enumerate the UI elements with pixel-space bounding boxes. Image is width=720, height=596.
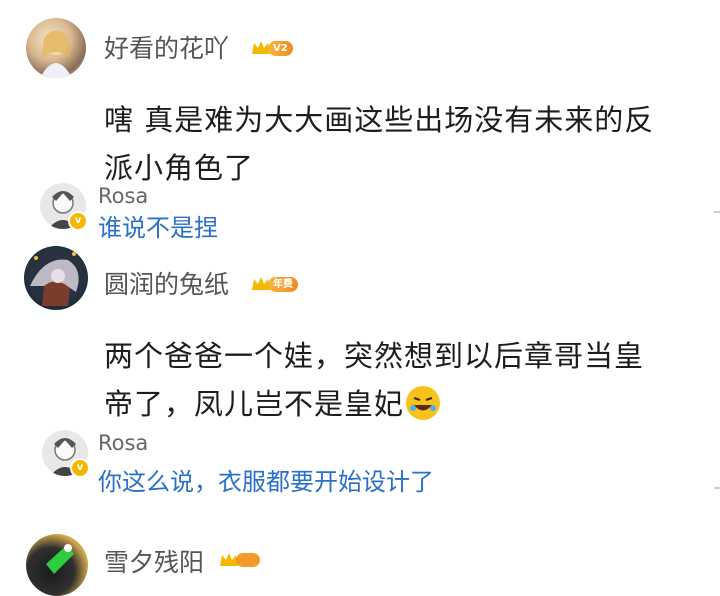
annual-badge-label: 年费 bbox=[268, 276, 298, 292]
scrollbar-mark bbox=[714, 211, 720, 213]
comment-username[interactable]: 圆润的兔纸 bbox=[104, 272, 229, 297]
reply-text[interactable]: 你这么说，衣服都要开始设计了 bbox=[98, 470, 434, 494]
comment-text-line: 派小角色了 bbox=[104, 151, 255, 185]
verified-icon: v bbox=[70, 458, 90, 478]
avatar[interactable] bbox=[24, 246, 88, 310]
verified-icon: v bbox=[68, 211, 88, 231]
avatar[interactable] bbox=[26, 18, 86, 78]
level-badge-icon bbox=[236, 553, 260, 567]
comment-text-line: 嗐 真是难为大大画这些出场没有未来的反 bbox=[104, 103, 655, 137]
reply-username[interactable]: Rosa bbox=[98, 433, 148, 454]
laughing-emoji-icon bbox=[406, 386, 441, 420]
level-badge bbox=[218, 548, 260, 572]
reply-username[interactable]: Rosa bbox=[98, 186, 148, 207]
comment-username[interactable]: 好看的花吖 bbox=[104, 36, 229, 61]
comment-text: 嗐 真是难为大大画这些出场没有未来的反 派小角色了 bbox=[104, 96, 714, 192]
annual-badge: 年费 bbox=[250, 272, 298, 296]
level-badge-label: V2 bbox=[268, 40, 293, 56]
reply-text[interactable]: 谁说不是捏 bbox=[98, 216, 218, 240]
comment-text-line-with-emoji: 帝了，凤儿岂不是皇妃 bbox=[104, 380, 714, 428]
comment-text-line: 帝了，凤儿岂不是皇妃 bbox=[104, 387, 405, 421]
level-badge: V2 bbox=[250, 36, 293, 60]
avatar[interactable] bbox=[26, 534, 88, 596]
comment-text: 两个爸爸一个娃，突然想到以后章哥当皇 帝了，凤儿岂不是皇妃 bbox=[104, 332, 714, 428]
scrollbar-mark bbox=[714, 487, 720, 489]
comment-text-line: 两个爸爸一个娃，突然想到以后章哥当皇 bbox=[104, 339, 645, 373]
